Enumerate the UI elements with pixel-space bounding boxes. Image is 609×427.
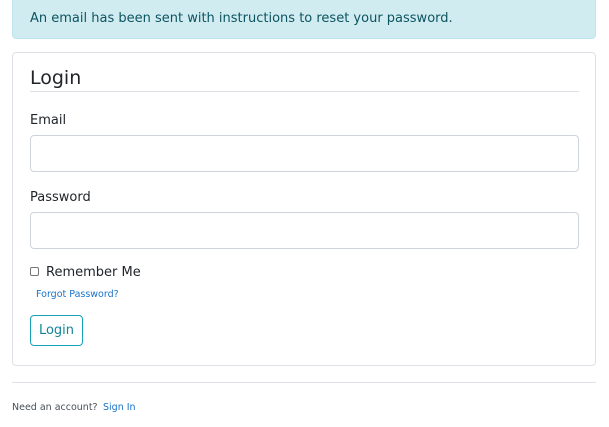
reset-email-alert: An email has been sent with instructions… (12, 0, 596, 39)
email-input[interactable] (30, 135, 579, 172)
footer-divider (12, 382, 596, 383)
alert-message: An email has been sent with instructions… (30, 11, 453, 26)
email-label: Email (30, 113, 67, 128)
forgot-password-link[interactable]: Forgot Password? (36, 288, 119, 301)
sign-in-link[interactable]: Sign In (103, 401, 136, 414)
login-button[interactable]: Login (30, 315, 83, 346)
password-input[interactable] (30, 212, 579, 249)
remember-me-label[interactable]: Remember Me (46, 265, 141, 281)
form-legend: Login (30, 65, 579, 92)
login-form-card: Login Email Password Remember Me Forgot … (12, 52, 596, 366)
remember-me-checkbox[interactable] (30, 267, 39, 276)
password-label: Password (30, 190, 91, 205)
need-account-text: Need an account? (12, 402, 98, 413)
